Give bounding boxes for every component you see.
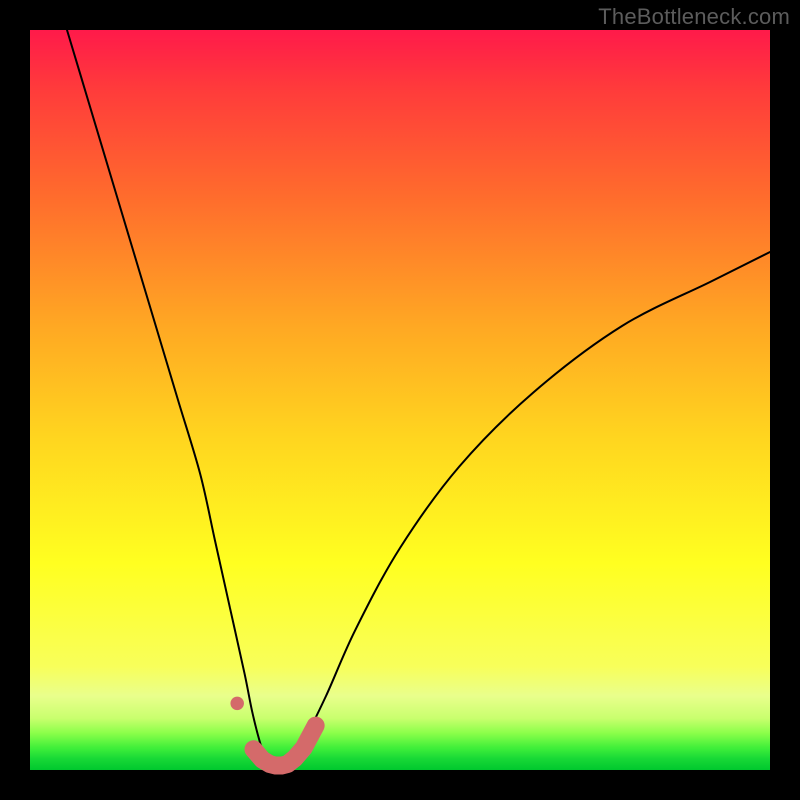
bottleneck-curve-path (67, 30, 770, 771)
marker-dot (230, 697, 244, 711)
bottleneck-curve (67, 30, 770, 771)
watermark-text: TheBottleneck.com (598, 4, 790, 30)
marker-bead-path (253, 726, 315, 766)
chart-svg (30, 30, 770, 770)
bottom-markers (230, 697, 315, 766)
plot-area (30, 30, 770, 770)
chart-frame: TheBottleneck.com (0, 0, 800, 800)
